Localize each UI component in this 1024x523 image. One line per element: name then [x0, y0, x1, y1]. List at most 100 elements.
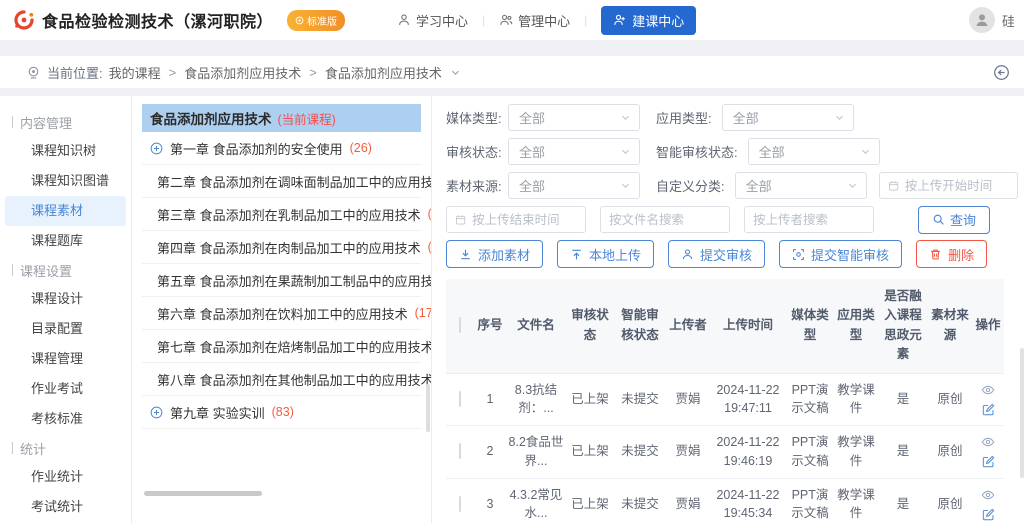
edit-icon[interactable]: [982, 403, 995, 416]
edit-icon[interactable]: [982, 508, 995, 521]
col-index: 序号: [474, 279, 506, 373]
edition-icon: [295, 16, 304, 25]
row-checkbox[interactable]: [459, 391, 461, 407]
search-button[interactable]: 查询: [918, 206, 990, 234]
material-count: (179): [415, 306, 432, 320]
chevron-down-icon[interactable]: [450, 67, 461, 78]
nav-divider: |: [482, 13, 485, 27]
submit-smart-audit-button[interactable]: 提交智能审核: [779, 240, 902, 268]
table-row: 1 8.3抗结剂：... 已上架 未提交 贾娟 2024-11-2219:47:…: [446, 373, 1004, 426]
smart-audit-icon: [792, 248, 805, 261]
learning-center-icon: [397, 13, 411, 27]
top-nav: 学习中心 | 管理中心 | 建课中心: [397, 6, 696, 35]
filter-label-smart-audit-status: 智能审核状态:: [656, 142, 738, 161]
nav-divider: |: [584, 13, 587, 27]
filter-label-custom-category: 自定义分类:: [656, 176, 725, 195]
material-source-select[interactable]: 全部: [508, 172, 640, 199]
row-checkbox[interactable]: [459, 443, 461, 459]
upload-start-date-input[interactable]: [879, 172, 1018, 199]
breadcrumb: 当前位置: 我的课程 > 食品添加剂应用技术 > 食品添加剂应用技术: [0, 56, 1024, 88]
nav-admin-center[interactable]: 管理中心: [499, 11, 570, 30]
sidebar-section-course-settings: 课程设置: [0, 256, 131, 284]
calendar-icon: [455, 213, 466, 226]
col-uploader: 上传者: [666, 279, 710, 373]
plus-circle-icon[interactable]: [150, 142, 163, 155]
col-ideology: 是否融入课程思政元素: [878, 279, 928, 373]
sidebar-item-knowledge-graph[interactable]: 课程知识图谱: [5, 166, 126, 196]
chapter-item-1[interactable]: 第一章 食品添加剂的安全使用(26): [142, 132, 421, 165]
view-icon[interactable]: [981, 488, 995, 502]
nav-learning-center[interactable]: 学习中心: [397, 11, 468, 30]
back-button[interactable]: [993, 64, 1010, 81]
select-all-checkbox[interactable]: [459, 317, 461, 333]
custom-category-select[interactable]: 全部: [735, 172, 867, 199]
chapter-item-5[interactable]: 第五章 食品添加剂在果蔬制加工制品中的应用技术(76): [142, 264, 421, 297]
chapter-item-9[interactable]: 第九章 实验实训(83): [142, 396, 421, 429]
filename-cell[interactable]: 4.3.2常见水...: [506, 478, 566, 523]
vertical-scrollbar[interactable]: [426, 384, 430, 432]
breadcrumb-course[interactable]: 食品添加剂应用技术: [184, 63, 301, 82]
local-upload-button[interactable]: 本地上传: [557, 240, 654, 268]
filename-cell[interactable]: 8.2食品世界...: [506, 426, 566, 479]
vertical-scrollbar[interactable]: [1020, 348, 1024, 478]
avatar[interactable]: [969, 7, 995, 33]
filename-cell[interactable]: 8.3抗结剂：...: [506, 373, 566, 426]
upload-end-date-input[interactable]: [446, 206, 586, 233]
chevron-down-icon: [620, 180, 631, 191]
chapter-item-6[interactable]: 第六章 食品添加剂在饮料加工中的应用技术(179): [142, 297, 421, 330]
chapter-item-8[interactable]: 第八章 食品添加剂在其他制品加工中的应用技术(114): [142, 363, 421, 396]
plus-circle-icon[interactable]: [150, 406, 163, 419]
sidebar-item-course-mgmt[interactable]: 课程管理: [5, 344, 126, 374]
smart-audit-status-select[interactable]: 全部: [748, 138, 880, 165]
chapter-item-4[interactable]: 第四章 食品添加剂在肉制品加工中的应用技术(79): [142, 231, 421, 264]
sidebar-item-question-bank[interactable]: 课程题库: [5, 226, 126, 256]
add-material-button[interactable]: 添加素材: [446, 240, 543, 268]
main-area: 内容管理 课程知识树 课程知识图谱 课程素材 课程题库 课程设置 课程设计 目录…: [0, 96, 1024, 523]
row-checkbox[interactable]: [459, 496, 461, 512]
sidebar-item-homework-stats[interactable]: 作业统计: [5, 462, 126, 492]
user-name[interactable]: 硅: [1002, 11, 1014, 30]
uploader-search-input[interactable]: [744, 206, 874, 233]
media-type-select[interactable]: 全部: [508, 104, 640, 131]
material-count: (26): [350, 141, 372, 155]
breadcrumb-my-courses[interactable]: 我的课程: [109, 63, 161, 82]
submit-audit-button[interactable]: 提交审核: [668, 240, 765, 268]
view-icon[interactable]: [981, 435, 995, 449]
filter-label-app-type: 应用类型:: [656, 108, 712, 127]
table-row: 3 4.3.2常见水... 已上架 未提交 贾娟 2024-11-2219:45…: [446, 478, 1004, 523]
admin-center-icon: [499, 13, 513, 27]
add-material-icon: [459, 248, 472, 261]
col-media-type: 媒体类型: [786, 279, 834, 373]
delete-button[interactable]: 删除: [916, 240, 987, 268]
sidebar-item-catalog-config[interactable]: 目录配置: [5, 314, 126, 344]
sidebar-item-course-design[interactable]: 课程设计: [5, 284, 126, 314]
chapter-item-3[interactable]: 第三章 食品添加剂在乳制品加工中的应用技术(122): [142, 198, 421, 231]
chevron-down-icon: [847, 180, 858, 191]
logo-icon: [12, 8, 36, 32]
view-icon[interactable]: [981, 383, 995, 397]
breadcrumb-prefix: 当前位置:: [47, 63, 103, 82]
chevron-down-icon: [620, 146, 631, 157]
sidebar-item-knowledge-tree[interactable]: 课程知识树: [5, 136, 126, 166]
current-course-header[interactable]: 食品添加剂应用技术 (当前课程): [142, 104, 421, 132]
action-bar: 添加素材 本地上传 提交审核 提交智能审核 删除: [446, 240, 1018, 268]
horizontal-scrollbar[interactable]: [144, 491, 262, 496]
sidebar-item-assessment-standard[interactable]: 考核标准: [5, 404, 126, 434]
nav-course-builder-center[interactable]: 建课中心: [601, 6, 696, 35]
sidebar-item-homework-exam[interactable]: 作业考试: [5, 374, 126, 404]
table-row: 2 8.2食品世界... 已上架 未提交 贾娟 2024-11-2219:46:…: [446, 426, 1004, 479]
course-builder-icon: [613, 13, 627, 27]
trash-icon: [929, 248, 942, 261]
sidebar-item-course-materials[interactable]: 课程素材: [5, 196, 126, 226]
current-course-tag: (当前课程): [278, 109, 336, 128]
chapter-item-7[interactable]: 第七章 食品添加剂在焙烤制品加工中的应用技术(49): [142, 330, 421, 363]
breadcrumb-course-current[interactable]: 食品添加剂应用技术: [325, 63, 442, 82]
sidebar-item-exam-stats[interactable]: 考试统计: [5, 492, 126, 522]
sidebar: 内容管理 课程知识树 课程知识图谱 课程素材 课程题库 课程设置 课程设计 目录…: [0, 96, 132, 523]
edition-badge: 标准版: [287, 10, 345, 31]
filename-search-input[interactable]: [600, 206, 730, 233]
edit-icon[interactable]: [982, 455, 995, 468]
chapter-item-2[interactable]: 第二章 食品添加剂在调味面制品加工中的应用技术(61): [142, 165, 421, 198]
audit-status-select[interactable]: 全部: [508, 138, 640, 165]
app-type-select[interactable]: 全部: [722, 104, 854, 131]
